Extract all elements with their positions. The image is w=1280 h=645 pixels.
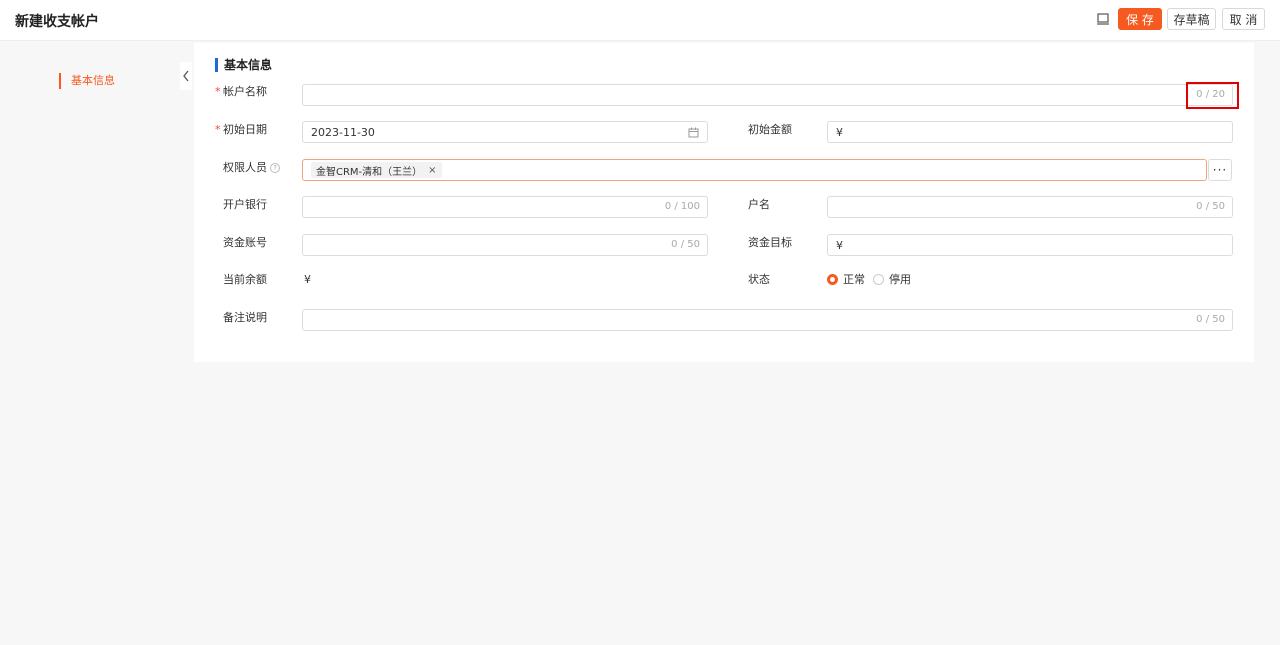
status-option-normal-label[interactable]: 正常 [843,273,865,287]
monitor-icon[interactable] [1096,12,1110,26]
status-label: 状态 [748,273,770,286]
account-name-label: * 帐户名称 [215,85,267,98]
char-counter: 0 / 100 [664,201,700,212]
char-counter: 0 / 50 [1196,201,1225,212]
start-date-input[interactable]: 2023-11-30 [302,121,708,143]
status-option-disabled-label[interactable]: 停用 [889,273,911,287]
initial-amount-label: 初始金额 [748,123,792,136]
cancel-button[interactable]: 取 消 [1222,8,1265,30]
currency-prefix: ¥ [836,125,843,139]
user-tag: 金智CRM-清和（王兰） × [311,162,442,178]
remark-input[interactable]: 0 / 50 [302,309,1233,331]
permission-users-select[interactable]: 金智CRM-清和（王兰） × [302,159,1207,181]
bank-label: 开户银行 [223,198,267,211]
save-button[interactable]: 保 存 [1118,8,1162,30]
help-icon[interactable]: ? [270,163,280,173]
status-radio-disabled[interactable] [873,274,884,285]
calendar-icon [688,127,699,138]
required-mark: * [215,123,221,136]
balance-value: ¥ [304,273,311,286]
top-bar: 新建收支帐户 保 存 存草稿 取 消 [0,0,1280,41]
chevron-left-icon [183,70,189,82]
account-name-input[interactable]: 0 / 20 [302,84,1233,106]
save-draft-button[interactable]: 存草稿 [1167,8,1216,30]
permission-users-label: 权限人员? [223,161,280,175]
fund-target-input[interactable]: ¥ [827,234,1233,256]
char-counter: 0 / 50 [1196,314,1225,325]
more-options-button[interactable]: ··· [1208,159,1232,181]
status-radio-normal[interactable] [827,274,838,285]
account-number-label: 资金账号 [223,236,267,249]
holder-label: 户名 [748,198,770,211]
balance-label: 当前余额 [223,273,267,286]
sidebar-item-basic-info[interactable]: 基本信息 [59,73,115,89]
remove-tag-icon[interactable]: × [428,165,436,176]
required-mark: * [215,85,221,98]
remark-label: 备注说明 [223,311,267,324]
page-title: 新建收支帐户 [15,14,99,30]
char-counter: 0 / 50 [671,239,700,250]
initial-amount-input[interactable]: ¥ [827,121,1233,143]
section-title: 基本信息 [215,58,272,72]
account-number-input[interactable]: 0 / 50 [302,234,708,256]
currency-prefix: ¥ [836,238,843,252]
bank-input[interactable]: 0 / 100 [302,196,708,218]
fund-target-label: 资金目标 [748,236,792,249]
collapse-sidebar-button[interactable] [180,62,192,90]
highlight-box [1186,82,1239,109]
start-date-label: * 初始日期 [215,123,267,136]
holder-input[interactable]: 0 / 50 [827,196,1233,218]
